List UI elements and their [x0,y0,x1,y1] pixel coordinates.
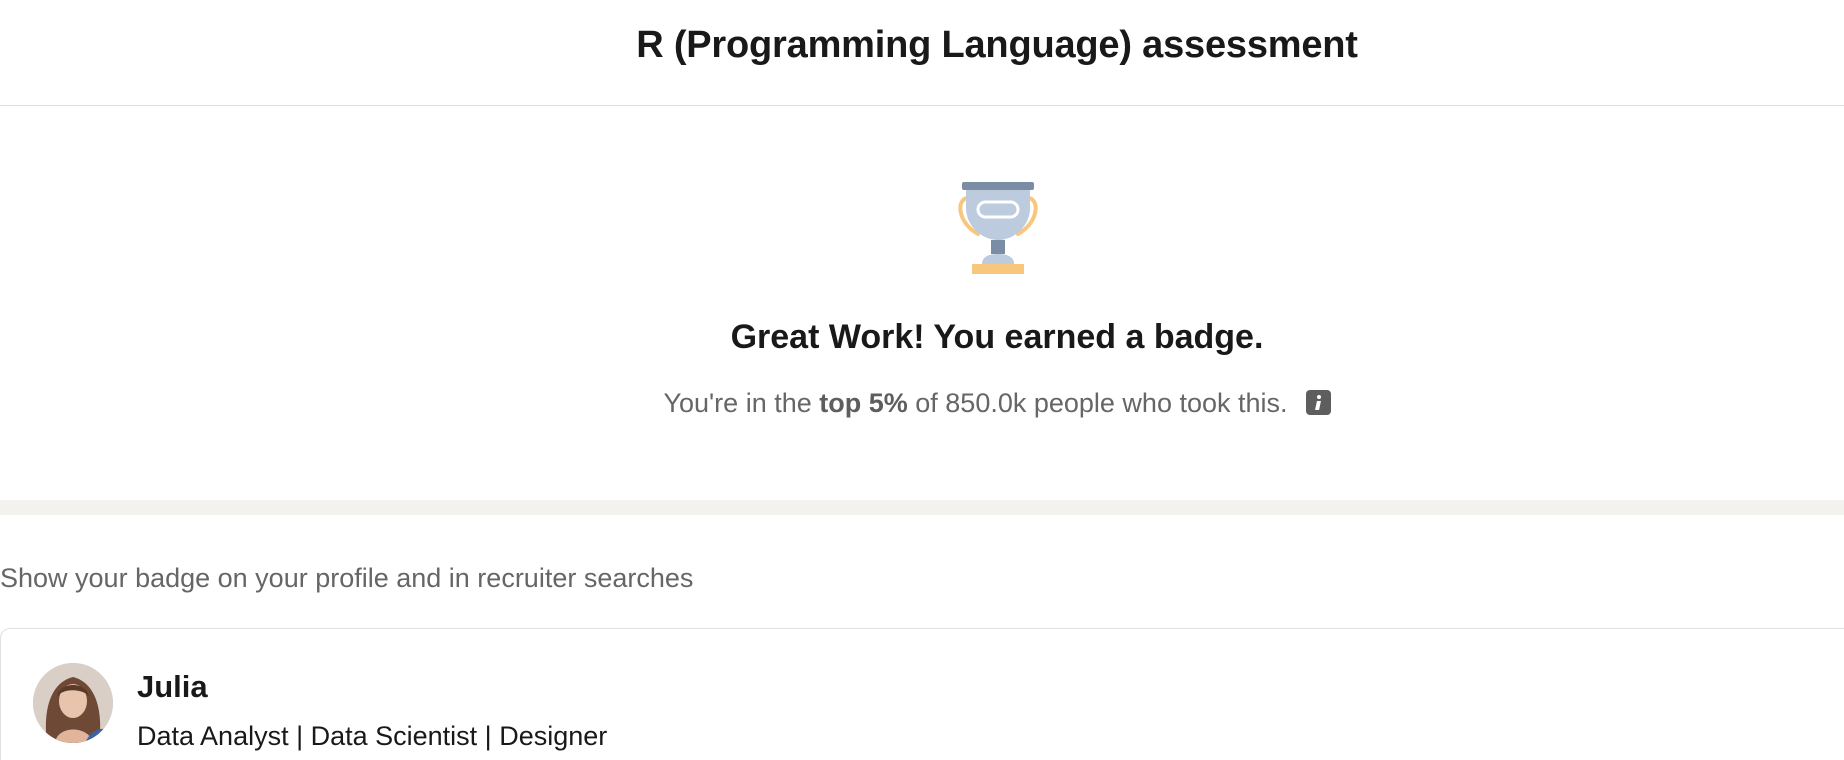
percentile-prefix: You're in the [663,388,820,418]
assessment-result-page: R (Programming Language) assessment Grea… [0,0,1844,760]
page-header: R (Programming Language) assessment [0,0,1844,106]
result-percentile-text: You're in the top 5% of 850.0k people wh… [0,388,1844,419]
profile-name: Julia [137,669,208,704]
result-heading: Great Work! You earned a badge. [730,318,1264,356]
info-icon[interactable] [1305,390,1331,415]
percentile-suffix: of 850.0k people who took this. [907,388,1288,418]
page-title: R (Programming Language) assessment [636,24,1358,66]
profile-card[interactable]: Julia Data Analyst | Data Scientist | De… [0,628,1844,760]
profile-headline: Data Analyst | Data Scientist | Designer [137,721,608,751]
show-badge-label: Show your badge on your profile and in r… [0,563,694,593]
section-divider [0,500,1844,515]
result-card: Great Work! You earned a badge. You're i… [0,106,1844,500]
avatar-image [33,663,113,743]
avatar [33,663,113,743]
trophy-icon [958,182,1038,274]
percentile-rank: top 5% [819,388,908,418]
